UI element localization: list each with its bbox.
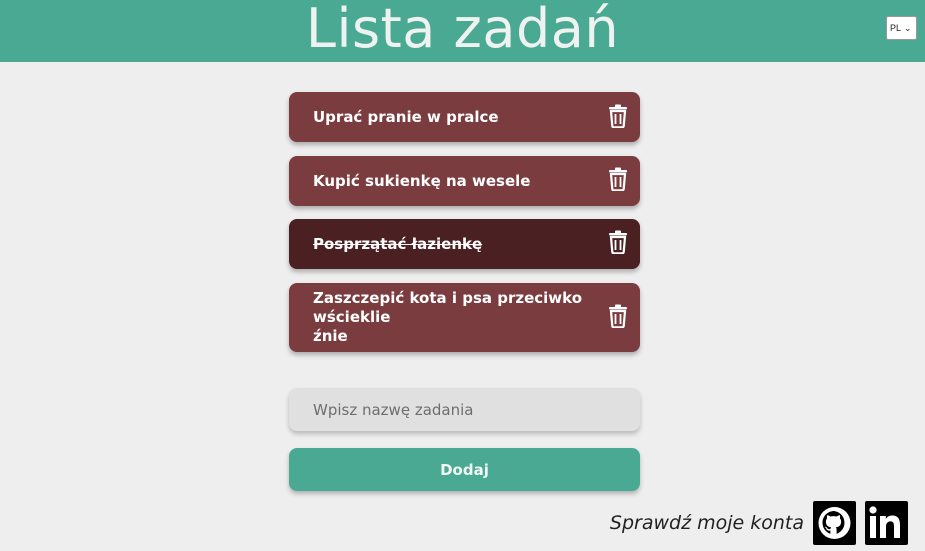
add-task-button[interactable]: Dodaj — [289, 448, 640, 491]
task-label-line1: Zaszczepić kota i psa przeciwko wściekli… — [313, 289, 583, 326]
task-item-completed[interactable]: Posprzątać łazienkę — [289, 219, 640, 269]
page-title: Lista zadań — [305, 0, 620, 60]
linkedin-icon — [869, 506, 900, 538]
task-name-input[interactable] — [289, 388, 640, 431]
task-label-line2: źnie — [313, 327, 348, 345]
trash-icon[interactable] — [608, 104, 628, 128]
task-label: Kupić sukienkę na wesele — [313, 171, 531, 190]
github-icon — [818, 507, 851, 539]
task-label: Zaszczepić kota i psa przeciwko wściekli… — [313, 283, 598, 352]
language-select-value: PL — [890, 23, 902, 33]
task-label: Posprzątać łazienkę — [313, 234, 483, 253]
task-label: Uprać pranie w pralce — [313, 107, 499, 126]
trash-icon[interactable] — [608, 167, 628, 191]
task-item[interactable]: Uprać pranie w pralce — [289, 92, 640, 142]
task-item[interactable]: Zaszczepić kota i psa przeciwko wściekli… — [289, 283, 640, 352]
task-item[interactable]: Kupić sukienkę na wesele — [289, 156, 640, 206]
trash-icon[interactable] — [608, 230, 628, 254]
linkedin-link[interactable] — [865, 501, 908, 545]
github-link[interactable] — [813, 501, 856, 545]
trash-icon[interactable] — [608, 304, 628, 328]
language-select[interactable]: PL ⌄ — [886, 16, 917, 40]
chevron-down-icon: ⌄ — [904, 22, 912, 33]
footer-text: Sprawdź moje konta — [609, 512, 804, 534]
